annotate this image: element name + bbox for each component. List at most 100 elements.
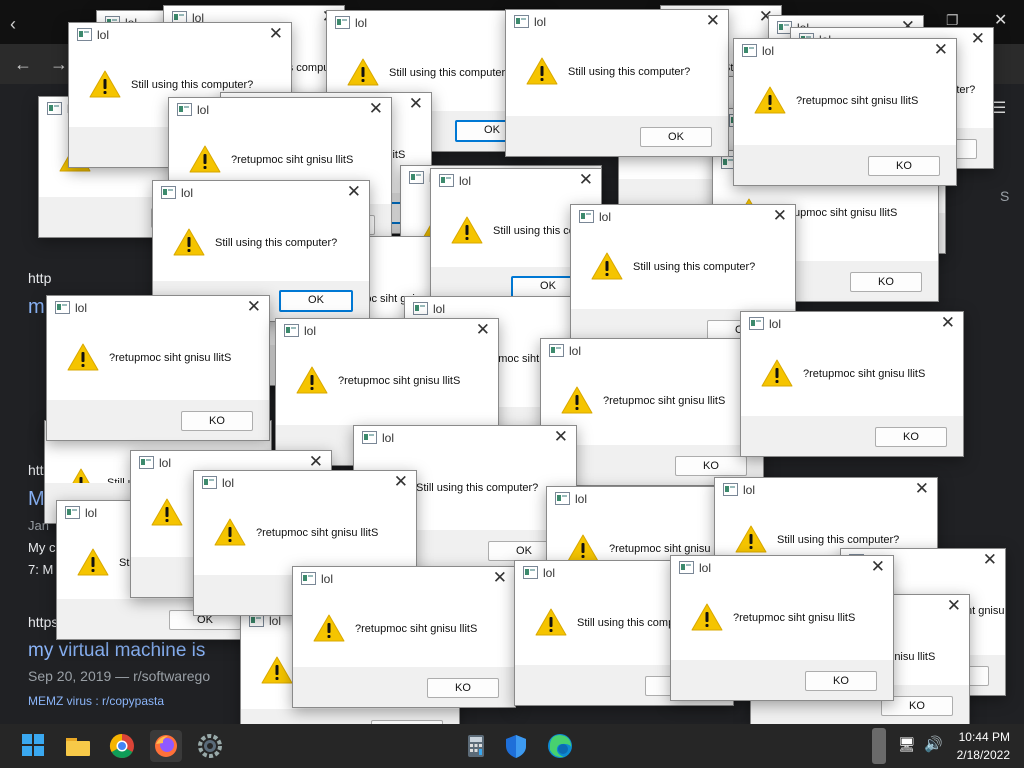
close-icon[interactable]: ✕ (369, 99, 383, 119)
dialog-title: lol (569, 344, 582, 358)
close-icon[interactable]: ✕ (269, 24, 283, 44)
dialog-message: Still using this computer? (568, 66, 691, 78)
dialog-titlebar[interactable]: lol ✕ (276, 319, 498, 343)
dialog-title: lol (75, 301, 88, 315)
clock-date[interactable]: 2/18/2022 (957, 748, 1010, 762)
message-dialog[interactable]: lol ✕ ?retupmoc siht gnisu llitS KO (46, 295, 270, 441)
ok-button[interactable]: KO (427, 678, 499, 698)
dialog-titlebar[interactable]: lol✕ (741, 312, 963, 336)
dialog-titlebar[interactable]: lol✕ (547, 487, 737, 511)
volume-icon[interactable]: 🔊 (924, 735, 943, 753)
ok-button[interactable]: KO (181, 411, 253, 431)
dialog-titlebar[interactable]: lol✕ (169, 98, 391, 122)
back-icon[interactable]: ← (14, 54, 32, 75)
warning-icon (151, 497, 183, 527)
dialog-footer: KO (671, 660, 893, 700)
menu-icon[interactable]: ☰ (992, 98, 1006, 118)
dialog-titlebar[interactable]: lol ✕ (506, 10, 728, 34)
result-text[interactable]: MEMZ virus : r/copypasta (28, 694, 164, 708)
close-icon[interactable]: ✕ (347, 182, 361, 202)
dialog-title: lol (743, 483, 756, 497)
calculator-icon[interactable] (462, 732, 490, 760)
dialog-message: ?retupmoc siht gnisu llitS (109, 352, 232, 364)
chrome-icon[interactable] (108, 732, 136, 760)
app-icon (749, 317, 764, 330)
app-icon (555, 492, 570, 505)
close-icon[interactable]: ✕ (994, 10, 1007, 30)
close-icon[interactable]: ✕ (934, 40, 948, 60)
warning-icon (261, 655, 293, 685)
app-icon (362, 431, 377, 444)
app-icon (523, 566, 538, 579)
close-icon[interactable]: ✕ (493, 568, 507, 588)
close-icon[interactable]: ✕ (409, 94, 423, 114)
warning-icon (761, 358, 793, 388)
ok-button[interactable]: KO (868, 156, 940, 176)
ok-button[interactable]: OK (279, 290, 353, 312)
dialog-titlebar[interactable]: lol✕ (354, 426, 576, 450)
close-icon[interactable]: ✕ (309, 452, 323, 472)
warning-icon (67, 342, 99, 372)
dialog-title: lol (699, 561, 712, 575)
start-icon[interactable] (20, 732, 48, 760)
result-text[interactable]: M (28, 488, 45, 511)
clock-time[interactable]: 10:44 PM (959, 730, 1010, 744)
dialog-titlebar[interactable]: lol ✕ (715, 478, 937, 502)
close-icon[interactable]: ✕ (971, 29, 985, 49)
dialog-title: lol (534, 15, 547, 29)
dialog-titlebar[interactable]: lol ✕ (47, 296, 269, 320)
dialog-titlebar[interactable]: lol✕ (293, 567, 515, 591)
warning-icon (451, 215, 483, 245)
ok-button[interactable]: KO (850, 272, 922, 292)
close-icon[interactable]: ✕ (915, 479, 929, 499)
dialog-titlebar[interactable]: lol✕ (734, 39, 956, 63)
close-icon[interactable]: ✕ (983, 550, 997, 570)
folder-icon[interactable] (64, 732, 92, 760)
defender-icon[interactable] (502, 732, 530, 760)
forward-icon[interactable]: → (50, 54, 68, 75)
result-text[interactable]: m (28, 296, 45, 319)
close-icon[interactable]: ✕ (871, 557, 885, 577)
dialog-titlebar[interactable]: lol✕ (153, 181, 369, 205)
settings-icon[interactable] (196, 732, 224, 760)
dialog-titlebar[interactable]: lol✕ (194, 471, 416, 495)
message-dialog[interactable]: lol ✕ ?retupmoc siht gnisu llitS KO (733, 38, 957, 186)
message-dialog[interactable]: lol ✕ ?retupmoc siht gnisu llitS KO (740, 311, 964, 457)
tab-back-icon[interactable]: ‹ (10, 14, 16, 35)
close-icon[interactable]: ✕ (579, 170, 593, 190)
close-icon[interactable]: ✕ (706, 11, 720, 31)
edge-icon[interactable] (546, 732, 574, 760)
result-text[interactable]: my virtual machine is (28, 640, 205, 662)
scroll-handle[interactable] (872, 728, 886, 764)
ok-button[interactable]: KO (805, 671, 877, 691)
ok-button[interactable]: KO (875, 427, 947, 447)
message-dialog[interactable]: lol ✕ ?retupmoc siht gnisu llitS KO (670, 555, 894, 701)
ok-button[interactable]: OK (640, 127, 712, 147)
close-icon[interactable]: ✕ (476, 320, 490, 340)
app-icon (409, 171, 424, 184)
dialog-titlebar[interactable]: lol ✕ (671, 556, 893, 580)
close-icon[interactable]: ✕ (247, 297, 261, 317)
close-icon[interactable]: ✕ (773, 206, 787, 226)
dialog-message: ?retupmoc siht gnisu llitS (338, 375, 461, 387)
close-icon[interactable]: ✕ (941, 313, 955, 333)
app-icon (177, 103, 192, 116)
dialog-titlebar[interactable]: lol✕ (431, 169, 601, 193)
app-icon (202, 476, 217, 489)
dialog-titlebar[interactable]: lol✕ (571, 205, 795, 229)
app-icon (47, 102, 62, 115)
dialog-title: lol (304, 324, 317, 338)
firefox-icon[interactable] (150, 730, 182, 762)
dialog-titlebar[interactable]: lol✕ (69, 23, 291, 47)
message-dialog[interactable]: lol ✕ ?retupmoc siht gnisu llitS KO (292, 566, 516, 708)
app-icon (413, 302, 428, 315)
close-icon[interactable]: ✕ (554, 427, 568, 447)
dialog-titlebar[interactable]: lol✕ (541, 339, 763, 363)
ok-button[interactable]: KO (675, 456, 747, 476)
network-icon[interactable]: 🖥 (898, 736, 916, 753)
close-icon[interactable]: ✕ (947, 596, 961, 616)
dialog-message: ?retupmoc siht gnisu llitS (355, 623, 478, 635)
close-icon[interactable]: ✕ (394, 472, 408, 492)
dialog-title: lol (269, 614, 282, 628)
message-dialog[interactable]: lol ✕ Still using this computer? OK (505, 9, 729, 157)
